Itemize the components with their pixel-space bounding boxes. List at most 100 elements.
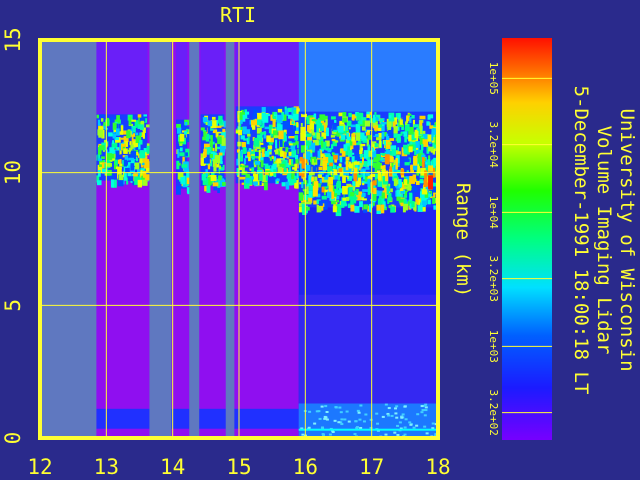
- cloud-speckle: [115, 128, 120, 136]
- boundary-speckle: [321, 433, 325, 436]
- cloud-speckle: [363, 150, 369, 159]
- cloud-speckle: [411, 187, 418, 193]
- cloud-speckle: [310, 121, 313, 126]
- boundary-speckle: [398, 421, 402, 424]
- cloud-speckle: [408, 146, 413, 153]
- cloud-speckle: [367, 144, 370, 148]
- cloud-speckle: [306, 186, 309, 195]
- cloud-streak: [413, 155, 418, 166]
- cloud-speckle: [117, 158, 122, 164]
- cloud-speckle: [295, 141, 299, 145]
- cloud-speckle: [294, 135, 299, 141]
- cloud-speckle: [218, 115, 223, 124]
- boundary-speckle: [416, 413, 420, 416]
- cloud-speckle: [179, 143, 183, 146]
- cloud-speckle: [326, 166, 333, 172]
- cloud-speckle: [276, 178, 280, 182]
- cloud-speckle: [274, 111, 278, 115]
- cloud-speckle: [256, 119, 262, 125]
- cloud-speckle: [318, 166, 323, 171]
- cloud-speckle: [277, 114, 283, 124]
- plot-area: [38, 38, 440, 440]
- cloud-speckle: [264, 182, 268, 191]
- boundary-speckle: [313, 422, 317, 425]
- cloud-speckle: [321, 182, 328, 187]
- cloud-speckle: [260, 142, 264, 145]
- y-tick-label: 5: [1, 299, 25, 312]
- boundary-speckle: [345, 410, 349, 413]
- cloud-speckle: [240, 135, 245, 140]
- cloud-speckle: [242, 165, 249, 168]
- cloud-speckle: [184, 131, 187, 135]
- cloud-speckle: [203, 148, 207, 157]
- cloud-speckle: [285, 181, 290, 190]
- cloud-speckle: [207, 120, 213, 127]
- boundary-speckle: [320, 405, 324, 408]
- cloud-speckle: [355, 180, 362, 185]
- cloud-speckle: [357, 112, 364, 117]
- cloud-speckle: [245, 173, 250, 178]
- cloud-speckle: [203, 130, 207, 137]
- cloud-speckle: [352, 132, 356, 137]
- cloud-speckle: [142, 130, 145, 139]
- cloud-speckle: [374, 143, 378, 148]
- cloud-speckle: [411, 115, 415, 119]
- cloud-speckle: [298, 192, 304, 201]
- cloud-speckle: [258, 171, 263, 181]
- cloud-speckle: [420, 144, 424, 151]
- boundary-speckle: [337, 421, 341, 424]
- cloud-speckle: [185, 152, 188, 157]
- cloud-speckle: [363, 204, 369, 210]
- cloud-speckle: [359, 201, 363, 208]
- cloud-speckle: [377, 127, 382, 131]
- cloud-speckle: [403, 198, 407, 205]
- cloud-speckle: [305, 141, 311, 146]
- cloud-speckle: [408, 134, 412, 142]
- boundary-speckle: [324, 405, 328, 408]
- cloud-speckle: [362, 140, 368, 143]
- cloud-speckle: [336, 200, 340, 203]
- data-gap: [40, 40, 97, 438]
- cloud-speckle: [135, 158, 139, 162]
- cloud-speckle: [276, 124, 283, 131]
- boundary-speckle: [355, 426, 359, 429]
- cloud-speckle: [320, 154, 324, 158]
- cloud-speckle: [433, 157, 437, 166]
- cloud-speckle: [372, 162, 379, 168]
- boundary-speckle: [354, 420, 358, 423]
- boundary-speckle: [394, 412, 398, 415]
- boundary-speckle: [375, 412, 379, 415]
- chart-title: RTI: [220, 3, 256, 27]
- cloud-speckle: [302, 119, 307, 128]
- cloud-speckle: [331, 191, 335, 200]
- cloud-speckle: [252, 113, 258, 119]
- cloud-speckle: [427, 134, 432, 142]
- cloud-speckle: [311, 119, 317, 122]
- cloud-streak: [384, 154, 390, 165]
- cloud-speckle: [133, 136, 136, 140]
- cloud-speckle: [291, 121, 295, 125]
- x-tick-label: 13: [94, 455, 119, 479]
- cloud-speckle: [325, 127, 329, 137]
- cloud-speckle: [139, 150, 146, 159]
- y-tick-label: 10: [1, 160, 25, 185]
- x-tick-labels: 12 13 14 15 16 17 18: [27, 455, 450, 479]
- cloud-speckle: [426, 121, 430, 126]
- cloud-speckle: [260, 159, 264, 168]
- cloud-speckle: [265, 173, 268, 181]
- side-caption: University of Wisconsin Volume Imaging L…: [570, 86, 638, 395]
- colorbar: 3.2e+02 1e+03 3.2e+03 1e+04 3.2e+04 1e+05: [487, 38, 552, 440]
- cloud-speckle: [112, 133, 117, 139]
- cloud-speckle: [345, 143, 350, 146]
- boundary-speckle: [384, 403, 388, 406]
- cloud-speckle: [353, 161, 360, 165]
- cloud-speckle: [336, 182, 339, 191]
- cloud-speckle: [240, 151, 243, 157]
- cloud-speckle: [277, 108, 283, 113]
- cloud-speckle: [118, 174, 124, 181]
- cloud-speckle: [135, 132, 139, 136]
- boundary-speckle: [358, 418, 362, 421]
- cloud-speckle: [342, 174, 346, 183]
- cloud-speckle: [250, 127, 253, 134]
- cloud-speckle: [403, 195, 407, 198]
